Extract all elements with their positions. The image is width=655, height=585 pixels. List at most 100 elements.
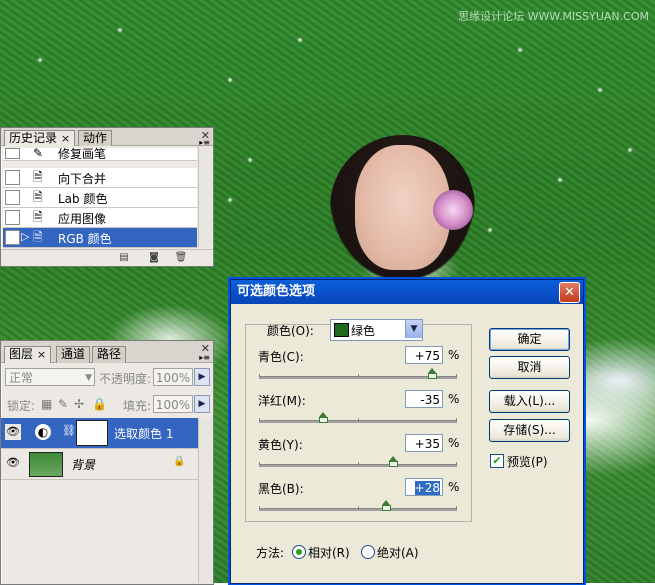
slider-tick	[259, 462, 260, 466]
load-button[interactable]: 载入(L)...	[489, 390, 570, 413]
slider-label: 洋红(M):	[258, 394, 306, 408]
tab-paths[interactable]: 路径	[92, 346, 127, 363]
slider-label: 青色(C):	[258, 350, 304, 364]
relative-label: 相对(R)	[308, 546, 350, 560]
slider-label: 黄色(Y):	[258, 438, 303, 452]
absolute-radio[interactable]	[361, 545, 375, 559]
snapshot-checkbox[interactable]	[5, 230, 20, 245]
layer-thumbnail[interactable]	[29, 452, 63, 477]
snapshot-checkbox[interactable]	[5, 148, 20, 159]
lock-all-icon[interactable]: 🔒	[92, 397, 107, 411]
snapshot-checkbox[interactable]	[5, 190, 20, 205]
tab-layers[interactable]: 图层 ×	[4, 346, 52, 363]
layers-scrollbar[interactable]	[198, 418, 213, 583]
slider-tick	[358, 418, 359, 422]
history-footer: ▤ ◙ 🗑	[1, 249, 213, 266]
percent-label: %	[448, 348, 460, 362]
panel-menu-icon[interactable]: ▸≡	[199, 353, 210, 362]
color-select[interactable]: 绿色 ▼	[330, 319, 423, 341]
percent-label: %	[448, 480, 460, 494]
slider-tick	[259, 418, 260, 422]
slider-value-field[interactable]: -35	[405, 390, 443, 408]
color-label: 颜色(O):	[267, 324, 314, 338]
slider-thumb[interactable]	[428, 368, 438, 379]
save-button[interactable]: 存储(S)...	[489, 419, 570, 442]
eye-icon[interactable]: 👁	[5, 424, 21, 440]
tab-history[interactable]: 历史记录 ×	[4, 130, 76, 146]
layers-panel: 图层 × 通道 路径 ✕ ▸≡ 正常 ▼ 不透明度: 100% ▶ 锁定: ▦ …	[0, 340, 214, 585]
slider-tick	[456, 506, 457, 510]
preview-checkbox[interactable]: ✔	[490, 454, 504, 468]
opacity-label: 不透明度:	[99, 372, 152, 386]
cancel-button[interactable]: 取消	[489, 356, 570, 379]
history-item-selected[interactable]: ▷ 🗎 RGB 颜色	[3, 228, 197, 248]
slider-tick	[358, 374, 359, 378]
close-icon[interactable]: ×	[61, 132, 70, 145]
dialog-title: 可选颜色选项	[237, 284, 316, 299]
chevron-down-icon: ▼	[405, 320, 422, 338]
history-item[interactable]: ✎ 修复画笔	[3, 146, 197, 161]
layer-row-selected[interactable]: 👁 ◐ ⛓ 选取颜色 1	[1, 418, 199, 449]
history-brush-source-icon: ▷	[21, 230, 30, 243]
slider-value-field[interactable]: +75	[405, 346, 443, 364]
slider-thumb[interactable]	[388, 456, 398, 467]
lock-icon: 🔒	[173, 456, 186, 467]
watermark: 思缘设计论坛 WWW.MISSYUAN.COM	[458, 10, 649, 23]
layer-name: 选取颜色 1	[114, 427, 174, 441]
document-icon: 🗎	[33, 210, 43, 224]
trash-icon[interactable]: 🗑	[173, 251, 189, 265]
dialog-titlebar[interactable]: 可选颜色选项 ✕	[231, 280, 583, 304]
document-icon: 🗎	[33, 170, 43, 184]
slider-value-field[interactable]: +28	[405, 478, 443, 496]
slider-tick	[259, 374, 260, 378]
percent-label: %	[448, 392, 460, 406]
camera-icon[interactable]: ◙	[146, 251, 162, 265]
slider-tick	[456, 462, 457, 466]
lock-transparency-icon[interactable]: ▦	[41, 397, 52, 411]
relative-radio[interactable]	[292, 545, 306, 559]
history-tabs: 历史记录 × 动作 ✕ ▸≡	[1, 128, 213, 147]
slider-tick	[456, 374, 457, 378]
history-panel: 历史记录 × 动作 ✕ ▸≡ ✎ 修复画笔 🗎 向下合并 🗎 Lab 颜色 🗎 …	[0, 127, 214, 267]
history-item[interactable]: 🗎 向下合并	[3, 168, 197, 188]
document-icon: 🗎	[33, 230, 43, 244]
ok-button[interactable]: 确定	[489, 328, 570, 351]
lock-move-icon[interactable]: ✢	[74, 397, 84, 411]
close-icon[interactable]: ×	[37, 348, 46, 361]
fill-arrow-button[interactable]: ▶	[194, 395, 210, 413]
tab-channels[interactable]: 通道	[56, 346, 91, 363]
brush-icon: ✎	[33, 146, 44, 160]
fill-field[interactable]: 100%	[153, 395, 193, 413]
slider-tick	[456, 418, 457, 422]
preview-label: 预览(P)	[507, 455, 548, 469]
layer-mask-thumbnail[interactable]	[76, 420, 108, 446]
slider-tick	[358, 462, 359, 466]
blend-mode-select[interactable]: 正常 ▼	[5, 368, 95, 386]
method-label: 方法:	[256, 546, 285, 560]
history-scrollbar[interactable]	[198, 146, 213, 247]
eye-icon[interactable]: 👁	[5, 455, 21, 471]
history-item[interactable]: 🗎 应用图像	[3, 208, 197, 228]
snapshot-checkbox[interactable]	[5, 170, 20, 185]
close-button[interactable]: ✕	[559, 282, 580, 303]
new-document-icon[interactable]: ▤	[116, 251, 132, 265]
slider-thumb[interactable]	[319, 412, 329, 423]
lock-label: 锁定:	[7, 399, 36, 413]
layer-name: 背景	[71, 458, 96, 472]
snapshot-checkbox[interactable]	[5, 210, 20, 225]
slider-tick	[259, 506, 260, 510]
slider-thumb[interactable]	[381, 500, 391, 511]
slider-label: 黑色(B):	[258, 482, 304, 496]
chevron-down-icon: ▼	[85, 373, 92, 383]
opacity-arrow-button[interactable]: ▶	[194, 368, 210, 386]
tab-actions[interactable]: 动作	[78, 130, 113, 146]
slider-tick	[358, 506, 359, 510]
lock-brush-icon[interactable]: ✎	[58, 397, 68, 411]
layer-row[interactable]: 👁 背景 🔒	[1, 449, 199, 480]
history-item[interactable]: 🗎 Lab 颜色	[3, 188, 197, 208]
chain-link-icon[interactable]: ⛓	[62, 424, 76, 437]
slider-value-field[interactable]: +35	[405, 434, 443, 452]
document-icon: 🗎	[33, 190, 43, 204]
opacity-field[interactable]: 100%	[153, 368, 193, 386]
absolute-label: 绝对(A)	[377, 546, 419, 560]
